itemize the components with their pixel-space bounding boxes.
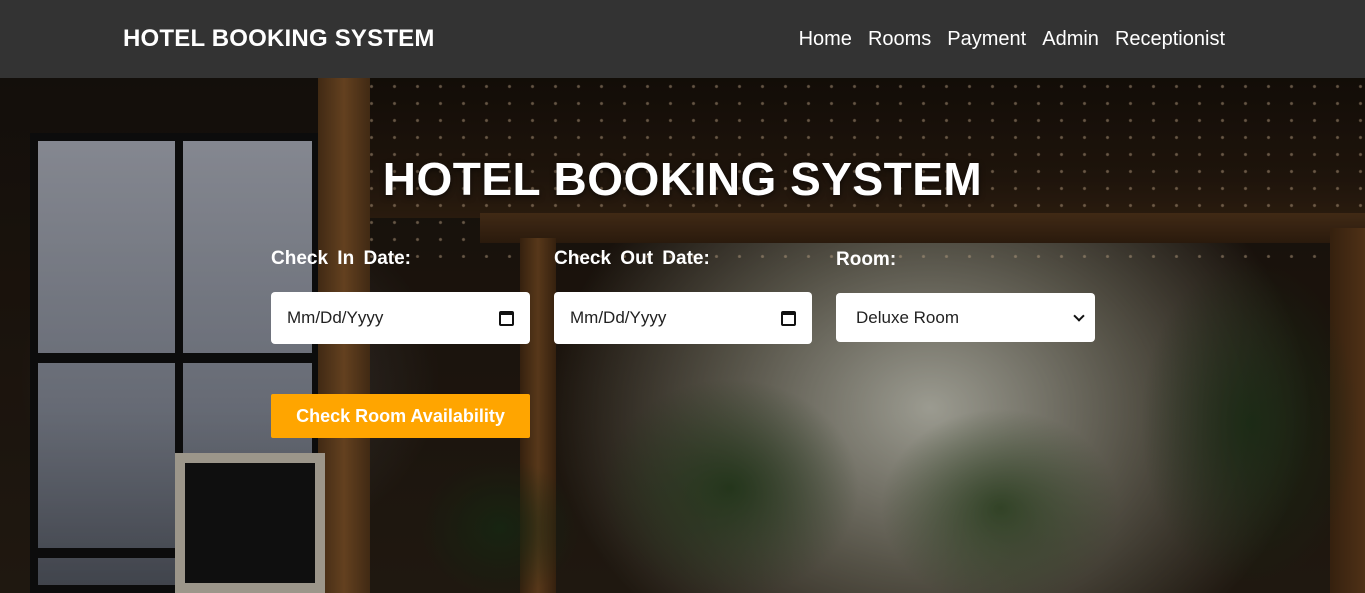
hero-title: HOTEL BOOKING SYSTEM bbox=[382, 153, 983, 205]
calendar-icon[interactable] bbox=[499, 310, 514, 326]
nav-link-admin[interactable]: Admin bbox=[1042, 28, 1099, 51]
nav-links: Home Rooms Payment Admin Receptionist bbox=[799, 28, 1225, 51]
nav-link-home[interactable]: Home bbox=[799, 28, 852, 51]
nav-link-rooms[interactable]: Rooms bbox=[868, 28, 931, 51]
nav-link-receptionist[interactable]: Receptionist bbox=[1115, 28, 1225, 51]
check-in-date-input[interactable]: Mm/Dd/Yyyy bbox=[271, 292, 530, 344]
check-in-date-value: Mm/Dd/Yyyy bbox=[287, 308, 384, 327]
check-out-date-input[interactable]: Mm/Dd/Yyyy bbox=[554, 292, 812, 344]
room-select-value: Deluxe Room bbox=[856, 307, 959, 327]
room-label: Room: bbox=[836, 249, 897, 270]
check-out-label: Check Out Date: bbox=[554, 248, 710, 269]
brand-title[interactable]: HOTEL BOOKING SYSTEM bbox=[123, 25, 435, 53]
calendar-icon[interactable] bbox=[781, 310, 796, 326]
room-select[interactable]: Deluxe Room bbox=[836, 293, 1095, 342]
check-in-label: Check In Date: bbox=[271, 248, 411, 269]
chevron-down-icon bbox=[1073, 309, 1085, 322]
nav-link-payment[interactable]: Payment bbox=[947, 28, 1026, 51]
check-out-date-value: Mm/Dd/Yyyy bbox=[570, 308, 667, 327]
top-navbar: HOTEL BOOKING SYSTEM Home Rooms Payment … bbox=[0, 0, 1365, 78]
check-availability-button[interactable]: Check Room Availability bbox=[271, 394, 530, 438]
